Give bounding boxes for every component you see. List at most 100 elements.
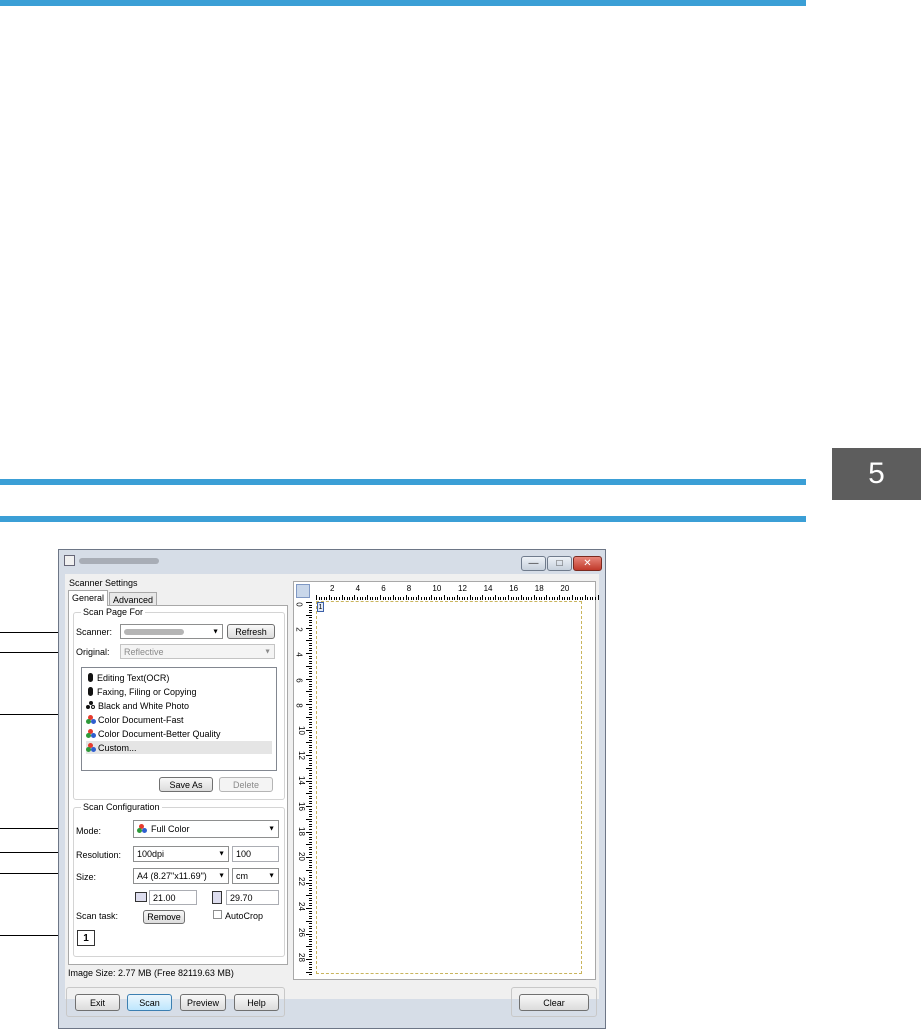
chevron-down-icon: ▼ <box>212 628 219 635</box>
ruler-tick <box>309 630 312 632</box>
tab-advanced[interactable]: Advanced <box>109 592 158 606</box>
resolution-select[interactable]: 100dpi ▼ <box>133 846 229 862</box>
list-item-label: Faxing, Filing or Copying <box>97 686 197 697</box>
ruler-tick <box>309 849 312 851</box>
list-item[interactable]: Color Document-Fast <box>86 713 272 726</box>
ruler-tick <box>309 948 312 950</box>
scan-task-item[interactable]: 1 <box>77 930 95 946</box>
ruler-tick <box>306 704 312 705</box>
ruler-tick <box>306 895 312 897</box>
save-as-button[interactable]: Save As <box>159 777 213 792</box>
ruler-tick <box>309 928 312 930</box>
unit-select[interactable]: cm ▼ <box>232 868 279 884</box>
size-select[interactable]: A4 (8.27"x11.69") ▼ <box>133 868 229 884</box>
ruler-tick <box>309 969 312 971</box>
refresh-button[interactable]: Refresh <box>227 624 275 639</box>
ruler-tick-label: 8 <box>294 703 304 708</box>
ruler-tick <box>309 938 312 940</box>
maximize-button[interactable]: □ <box>547 556 572 571</box>
autocrop-checkbox[interactable] <box>213 910 222 919</box>
ruler-tick <box>546 595 548 600</box>
original-select[interactable]: Reflective ▼ <box>120 644 275 659</box>
ruler-tick <box>306 614 312 616</box>
ruler-tick <box>566 597 568 600</box>
resolution-number-field[interactable]: 100 <box>232 846 279 862</box>
preview-pane[interactable]: 2 4 6 8 10 12 14 16 18 20 0 2 4 6 8 10 12 14 16 18 20 22 24 26… <box>293 581 599 980</box>
ruler-tick <box>306 678 312 680</box>
ruler-tick <box>577 597 579 600</box>
ruler-tick <box>525 597 527 600</box>
mode-select[interactable]: Full Color ▼ <box>133 820 279 838</box>
ruler-tick-label: 4 <box>355 584 361 593</box>
person-icon <box>88 673 93 682</box>
preview-button[interactable]: Preview <box>180 994 226 1011</box>
chevron-down-icon: ▼ <box>268 825 275 833</box>
person-icon <box>88 687 93 696</box>
color-icon <box>86 714 96 725</box>
list-item[interactable]: Faxing, Filing or Copying <box>86 685 272 698</box>
ruler-tick <box>309 762 312 764</box>
ruler-tick <box>309 795 312 797</box>
ruler-tick <box>309 737 312 739</box>
minimize-button[interactable]: — <box>521 556 546 571</box>
chevron-down-icon: ▼ <box>264 648 271 655</box>
ruler-tick <box>309 828 312 830</box>
title-bar[interactable]: — □ ✕ <box>59 550 605 574</box>
ruler-tick <box>309 604 312 606</box>
ruler-tick <box>309 790 312 792</box>
remove-button[interactable]: Remove <box>143 910 185 924</box>
ruler-tick <box>309 803 312 805</box>
ruler-tick <box>413 597 415 600</box>
preset-list[interactable]: Editing Text(OCR) Faxing, Filing or Copyi… <box>81 667 277 771</box>
ruler-tick <box>323 597 325 600</box>
ruler-tick <box>309 854 312 856</box>
ruler-tick <box>309 647 312 649</box>
ruler-tick <box>309 859 312 861</box>
scan-area[interactable] <box>316 601 582 974</box>
ruler-tick <box>309 816 312 818</box>
list-item[interactable]: Black and White Photo <box>86 699 272 712</box>
ruler-tick <box>309 885 312 887</box>
chevron-down-icon: ▼ <box>218 850 225 858</box>
ruler-tick <box>538 597 540 600</box>
ruler-tick-label: 6 <box>381 584 386 593</box>
ruler-tick <box>309 752 312 754</box>
ruler-tick <box>309 734 312 736</box>
ruler-tick <box>461 597 463 600</box>
list-item[interactable]: Color Document-Better Quality <box>86 727 272 740</box>
ruler-tick <box>309 757 312 759</box>
width-field[interactable]: 21.00 <box>149 890 197 905</box>
ruler-tick <box>400 597 402 600</box>
ruler-tick <box>541 597 543 600</box>
ruler-tick <box>543 597 545 600</box>
close-button[interactable]: ✕ <box>573 556 602 571</box>
list-item[interactable]: Editing Text(OCR) <box>86 671 272 684</box>
ruler-tick <box>306 933 312 935</box>
ruler-tick <box>309 655 312 657</box>
ruler-tick <box>441 597 443 600</box>
scan-button[interactable]: Scan <box>127 994 172 1011</box>
ruler-tick <box>309 956 312 958</box>
height-field[interactable]: 29.70 <box>226 890 279 905</box>
delete-button[interactable]: Delete <box>219 777 273 792</box>
ruler-tick <box>390 597 392 600</box>
exit-button[interactable]: Exit <box>75 994 120 1011</box>
ruler-tick <box>309 619 312 621</box>
ruler-tick <box>309 964 312 966</box>
image-size-text: Image Size: 2.77 MB (Free 82119.63 MB) <box>68 968 234 978</box>
resolution-value: 100dpi <box>137 849 165 859</box>
ruler-tick <box>377 597 379 600</box>
ruler-tick <box>564 597 566 600</box>
top-rule <box>0 0 806 6</box>
tab-general[interactable]: General <box>68 590 109 606</box>
scanner-label: Scanner: <box>76 627 113 637</box>
scanner-select[interactable]: ▼ <box>120 624 223 639</box>
ruler-tick <box>510 597 512 600</box>
help-button[interactable]: Help <box>234 994 279 1011</box>
ruler-tick <box>309 760 312 762</box>
ruler-tick <box>520 595 522 600</box>
list-item[interactable]: Custom... <box>86 741 272 754</box>
clear-button[interactable]: Clear <box>519 994 589 1011</box>
scanner-window: — □ ✕ Scanner Settings General Advanced … <box>58 549 606 1029</box>
ruler-tick <box>428 597 430 600</box>
